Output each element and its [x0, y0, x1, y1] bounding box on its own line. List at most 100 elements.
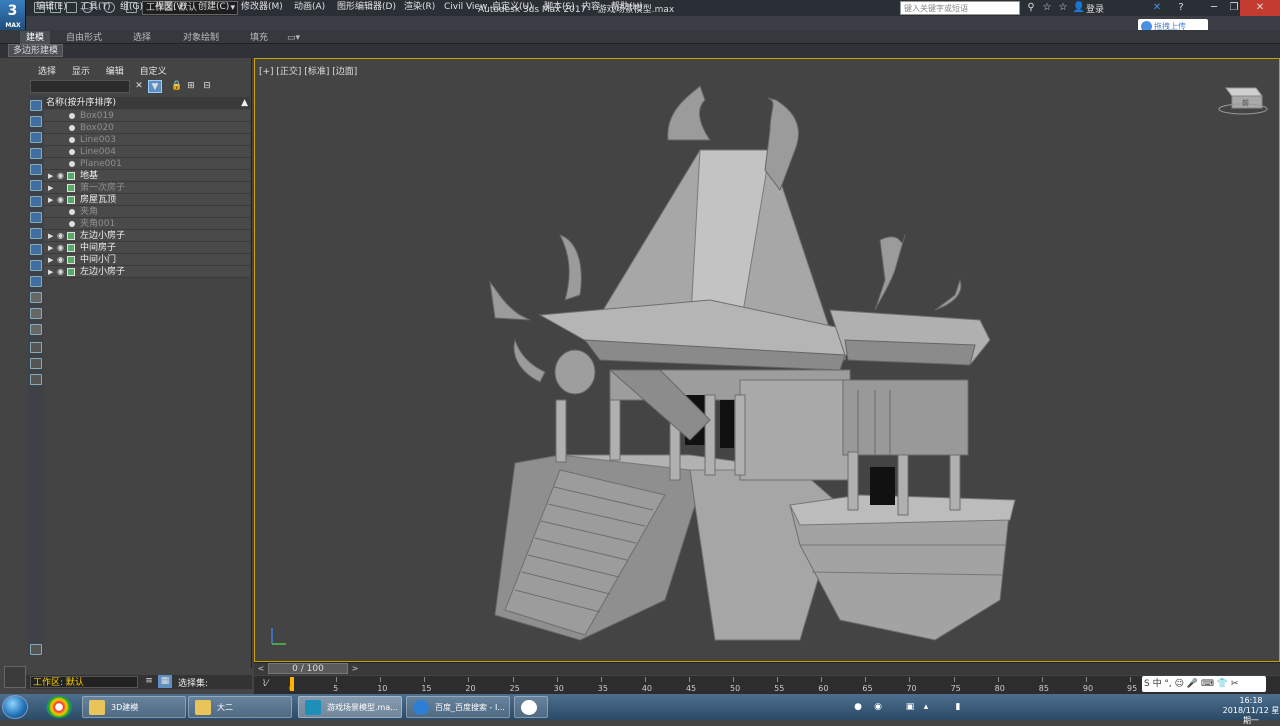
menu-rendering[interactable]: 渲染(R)	[404, 0, 435, 14]
ribbon-options-icon[interactable]: ▭▾	[287, 31, 300, 45]
expand-arrow-icon[interactable]: ▶	[48, 170, 53, 182]
tray-app-icon[interactable]: ▣	[904, 701, 916, 713]
save-file-icon[interactable]	[66, 2, 77, 13]
help-icon[interactable]: ?	[1174, 1, 1188, 15]
temple-model[interactable]	[480, 84, 1020, 644]
expand-arrow-icon[interactable]: ▶	[48, 266, 53, 278]
expand-arrow-icon[interactable]: ▶	[48, 230, 53, 242]
scene-object-row[interactable]: ▶ ◉ 左边小房子	[44, 266, 250, 278]
tray-battery-icon[interactable]: ▮	[952, 701, 964, 713]
bookmark-icon[interactable]: ☆	[1056, 1, 1070, 15]
explorer-menu-display[interactable]: 显示	[72, 67, 90, 77]
hidden-filter-icon[interactable]	[30, 276, 42, 287]
close-button[interactable]: ✕	[1240, 0, 1280, 16]
filter-icon[interactable]: ▼	[148, 80, 162, 93]
scene-object-row[interactable]: Box019	[44, 110, 250, 122]
current-frame-marker[interactable]	[290, 677, 294, 691]
lights-filter-icon[interactable]	[30, 132, 42, 143]
scene-object-row[interactable]: ▶ 第一次房子	[44, 182, 250, 194]
scene-object-row[interactable]: 夹角001	[44, 218, 250, 230]
next-frame-icon[interactable]: >	[350, 663, 360, 674]
tray-red-icon[interactable]: ●	[852, 701, 864, 713]
scene-object-row[interactable]: 夹角	[44, 206, 250, 218]
menu-graph-editors[interactable]: 图形编辑器(D)	[337, 0, 396, 14]
menu-create[interactable]: 创建(C)	[198, 0, 229, 14]
hierarchy-icon[interactable]: ⊞	[184, 80, 198, 93]
star-icon[interactable]: ☆	[1040, 1, 1054, 15]
poly-modeling-tab[interactable]: 多边形建模	[8, 44, 64, 57]
app-logo-icon[interactable]: 3 MAX	[0, 0, 26, 30]
visibility-eye-icon[interactable]: ◉	[57, 230, 64, 242]
geometry-filter-icon[interactable]	[30, 100, 42, 111]
tab-modeling[interactable]: 建模	[20, 31, 51, 45]
containers-filter-icon[interactable]	[30, 244, 42, 255]
menu-animation[interactable]: 动画(A)	[294, 0, 325, 14]
hierarchy-toggle-icon[interactable]: ▦	[158, 675, 172, 688]
start-button[interactable]	[2, 695, 28, 719]
explorer-menu-select[interactable]: 选择	[38, 67, 56, 77]
tab-selection[interactable]: 选择	[133, 31, 151, 45]
menu-civil-view[interactable]: Civil View	[444, 0, 487, 14]
expand-panel-icon[interactable]	[30, 644, 42, 655]
taskbar-baidu-netdisk[interactable]	[514, 696, 548, 718]
filter-options-icon[interactable]	[30, 358, 42, 369]
visibility-eye-icon[interactable]: ◉	[57, 194, 64, 206]
visibility-eye-icon[interactable]: ◉	[57, 242, 64, 254]
frozen-filter-icon[interactable]	[30, 260, 42, 271]
tag-icon[interactable]	[30, 374, 42, 385]
scene-object-row[interactable]: ▶ ◉ 房屋瓦顶	[44, 194, 250, 206]
menu-scripting[interactable]: 脚本(S)	[544, 0, 575, 14]
spacewarps-filter-icon[interactable]	[30, 180, 42, 191]
tray-camera-icon[interactable]: ◉	[872, 701, 884, 713]
menu-help[interactable]: 帮助(H)	[611, 0, 643, 14]
funnel-icon[interactable]	[30, 342, 42, 353]
menu-view[interactable]: 视图(V)	[155, 0, 186, 14]
xrefs-filter-icon[interactable]	[30, 212, 42, 223]
menu-edit[interactable]: 编辑(E)	[36, 0, 67, 14]
expand-arrow-icon[interactable]: ▶	[48, 242, 53, 254]
ime-toolbar[interactable]: S 中 °, ☺ 🎤 ⌨ 👕 ✂	[1142, 676, 1266, 692]
menu-tools[interactable]: 工具(T)	[80, 0, 111, 14]
invert-display-icon[interactable]	[30, 324, 42, 335]
scene-object-row[interactable]: ▶ ◉ 左边小房子	[44, 230, 250, 242]
explorer-menu-edit[interactable]: 编辑	[106, 67, 124, 77]
login-link[interactable]: 登录	[1086, 2, 1104, 15]
expand-arrow-icon[interactable]: ▶	[48, 194, 53, 206]
viewcube[interactable]: 前	[1218, 82, 1268, 116]
exchange-icon[interactable]: ✕	[1150, 1, 1164, 15]
prev-frame-icon[interactable]: <	[256, 663, 266, 674]
scene-object-row[interactable]: Line003	[44, 134, 250, 146]
layer-icon[interactable]: ⊟	[200, 80, 214, 93]
time-slider-handle[interactable]: 0 / 100	[268, 663, 348, 674]
scene-object-row[interactable]: ▶ ◉ 中间房子	[44, 242, 250, 254]
user-icon[interactable]: 👤	[1072, 1, 1086, 15]
cameras-filter-icon[interactable]	[30, 148, 42, 159]
helpers-filter-icon[interactable]	[30, 164, 42, 175]
chrome-icon[interactable]	[46, 696, 72, 718]
tray-expand-icon[interactable]: ▴	[920, 701, 932, 713]
taskbar-clock[interactable]: 16:18 2018/11/12 星期一	[1222, 696, 1280, 726]
menu-modifiers[interactable]: 修改器(M)	[241, 0, 283, 14]
tab-freeform[interactable]: 自由形式	[66, 31, 102, 45]
explorer-search-input[interactable]	[30, 80, 130, 93]
display-all-icon[interactable]	[30, 292, 42, 303]
shapes-filter-icon[interactable]	[30, 116, 42, 127]
scene-object-row[interactable]: Box020	[44, 122, 250, 134]
workspace-selector[interactable]: 工作区: 默认	[30, 676, 138, 688]
clear-search-icon[interactable]: ✕	[132, 80, 146, 93]
explorer-column-header[interactable]: 名称(按升序排序) ▲	[44, 97, 250, 109]
binoculars-icon[interactable]: ⚲	[1024, 1, 1038, 15]
expand-arrow-icon[interactable]: ▶	[48, 254, 53, 266]
tab-populate[interactable]: 填充	[250, 31, 268, 45]
visibility-eye-icon[interactable]: ◉	[57, 170, 64, 182]
menu-customize[interactable]: 自定义(U)	[492, 0, 533, 14]
menu-content[interactable]: 内容	[582, 0, 600, 14]
scene-object-row[interactable]: Line004	[44, 146, 250, 158]
groups-filter-icon[interactable]	[30, 196, 42, 207]
display-none-icon[interactable]	[30, 308, 42, 319]
layers-toggle-icon[interactable]: ≡	[142, 675, 156, 688]
visibility-eye-icon[interactable]: ◉	[57, 266, 64, 278]
help-search-input[interactable]: 键入关键字或短语	[900, 1, 1020, 15]
tab-object-paint[interactable]: 对象绘制	[183, 31, 219, 45]
time-slider[interactable]	[254, 662, 1280, 675]
